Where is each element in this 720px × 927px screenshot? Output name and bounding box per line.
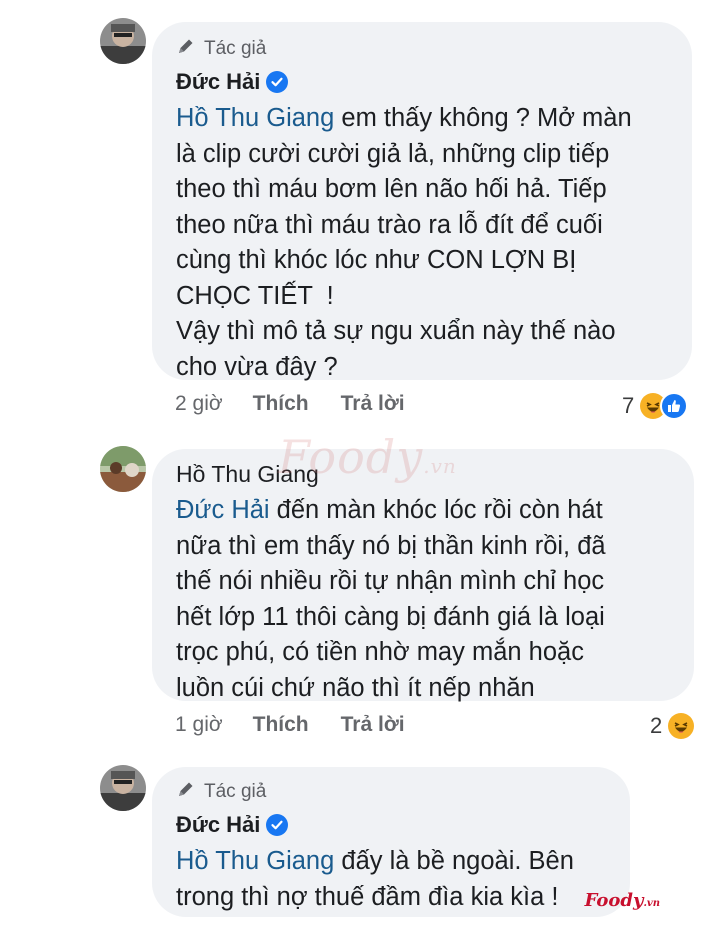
comment-actions: 2 giờ Thích Trả lời xyxy=(175,392,405,416)
reaction-summary[interactable]: 2 xyxy=(650,713,695,739)
comment-line: Vậy thì mô tả sự ngu xuẩn này thế nào xyxy=(176,317,616,345)
logo-suffix: .vn xyxy=(643,898,660,909)
comment-text: Đức Hải đến màn khóc lóc rồi còn hát nữa … xyxy=(176,493,694,706)
comment-line: là clip cười cười giả lả, những clip tiế… xyxy=(176,139,610,168)
mention-link[interactable]: Hồ Thu Giang xyxy=(176,847,334,875)
comment-line: trong thì nợ thuế đầm đìa kia kìa ! xyxy=(176,882,559,911)
comment-line: thế nói nhiều rồi tự nhận mình chỉ học xyxy=(176,567,605,595)
comment-line: theo thì máu bơm lên não hối hả. Tiếp xyxy=(176,175,607,203)
author-tag-label: Tác giả xyxy=(204,38,267,59)
like-button[interactable]: Thích xyxy=(253,713,309,737)
comment-line: trọc phú, có tiền nhờ may mắn hoặc xyxy=(176,638,584,666)
comment-line: cùng thì khóc lóc như CON LỢN BỊ xyxy=(176,246,577,274)
foody-logo: Foody.vn xyxy=(585,890,660,911)
comment-bubble: Tác giả Đức Hải Hồ Thu Giang em thấy khô… xyxy=(152,22,692,381)
comment-actions: 1 giờ Thích Trả lời xyxy=(175,713,405,737)
reaction-count: 2 xyxy=(650,713,663,738)
comment-line: đấy là bề ngoài. Bên xyxy=(334,847,574,875)
reaction-count: 7 xyxy=(622,393,635,418)
author-tag-label: Tác giả xyxy=(204,781,267,802)
watermark-suffix: .vn xyxy=(423,454,457,478)
comment-line: cho vừa đây ? xyxy=(176,352,338,381)
verified-check-icon xyxy=(266,814,289,836)
pencil-icon xyxy=(176,779,196,805)
author-badge: Tác giả xyxy=(176,36,692,62)
logo-main: Foody xyxy=(584,890,644,911)
author-badge: Tác giả xyxy=(176,779,630,805)
comment-line: em thấy không ? Mở màn xyxy=(334,104,632,132)
comment-line: hết lớp 11 thôi càng bị đánh giá là loại xyxy=(176,602,605,631)
mention-link[interactable]: Đức Hải xyxy=(176,496,270,524)
pencil-icon xyxy=(176,36,196,62)
avatar-duc-hai[interactable] xyxy=(100,18,146,64)
watermark-main: Foody xyxy=(278,430,424,484)
reply-button[interactable]: Trả lời xyxy=(341,392,405,416)
comment-text: Hồ Thu Giang em thấy không ? Mở màn là cl… xyxy=(176,101,692,385)
like-reaction-icon xyxy=(660,392,689,420)
timestamp[interactable]: 2 giờ xyxy=(175,392,223,416)
commenter-name[interactable]: Đức Hải xyxy=(176,812,260,838)
comment-bubble: Hồ Thu Giang Đức Hải đến màn khóc lóc rồ… xyxy=(152,449,694,702)
comment-bubble: Tác giả Đức Hải Hồ Thu Giang đấy là bề n… xyxy=(152,767,630,917)
comment-line: luồn cúi chứ não thì ít nếp nhăn xyxy=(176,673,535,702)
comment-text: Hồ Thu Giang đấy là bề ngoài. Bên trong t… xyxy=(176,844,630,915)
comment-line: theo nữa thì máu trào ra lỗ đít để cuối xyxy=(176,210,603,239)
haha-reaction-icon xyxy=(668,713,695,739)
verified-check-icon xyxy=(266,71,289,93)
foody-watermark: Foody.vn xyxy=(278,430,457,484)
timestamp[interactable]: 1 giờ xyxy=(175,713,223,737)
mention-link[interactable]: Hồ Thu Giang xyxy=(176,104,334,132)
avatar-ho-thu-giang[interactable] xyxy=(100,446,146,492)
comment-line: đến màn khóc lóc rồi còn hát xyxy=(269,496,603,524)
like-button[interactable]: Thích xyxy=(253,392,309,416)
reply-button[interactable]: Trả lời xyxy=(341,713,405,737)
commenter-name[interactable]: Đức Hải xyxy=(176,69,260,95)
reaction-summary[interactable]: 7 xyxy=(622,392,689,420)
comment-line: CHỌC TIẾT ! xyxy=(176,281,334,310)
comment-line: nữa thì em thấy nó bị thần kinh rồi, đã xyxy=(176,531,606,560)
avatar-duc-hai[interactable] xyxy=(100,765,146,811)
